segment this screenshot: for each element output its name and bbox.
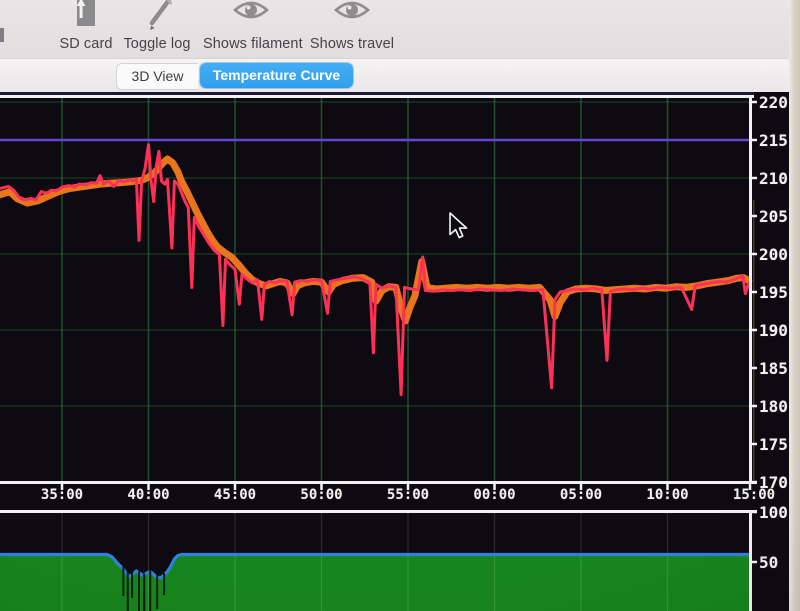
- shows-filament-label: Shows filament: [203, 36, 299, 52]
- toggle-log-button[interactable]: Toggle log: [117, 0, 197, 58]
- shows-travel-button[interactable]: Shows travel: [306, 0, 398, 58]
- shows-filament-button[interactable]: Shows filament: [203, 0, 299, 58]
- sd-card-icon: [69, 0, 103, 37]
- eye-icon: [332, 0, 372, 37]
- sd-card-label: SD card: [50, 36, 122, 52]
- sd-card-button[interactable]: SD card: [50, 0, 122, 58]
- pencil-icon: [139, 0, 175, 37]
- tab-temperature-curve[interactable]: Temperature Curve: [200, 63, 353, 88]
- monitor-bezel: [789, 0, 800, 611]
- toolbar: SD card Toggle log Shows filament: [0, 0, 789, 59]
- shows-travel-label: Shows travel: [306, 36, 398, 52]
- window-edge-artifact: [0, 28, 4, 42]
- tab-3d-view[interactable]: 3D View: [116, 63, 198, 90]
- toggle-log-label: Toggle log: [117, 36, 197, 52]
- eye-icon: [231, 0, 271, 37]
- view-tabs: 3D View Temperature Curve: [116, 63, 353, 88]
- chart-panel-background: [0, 92, 789, 611]
- tab-bar: 3D View Temperature Curve: [0, 59, 789, 92]
